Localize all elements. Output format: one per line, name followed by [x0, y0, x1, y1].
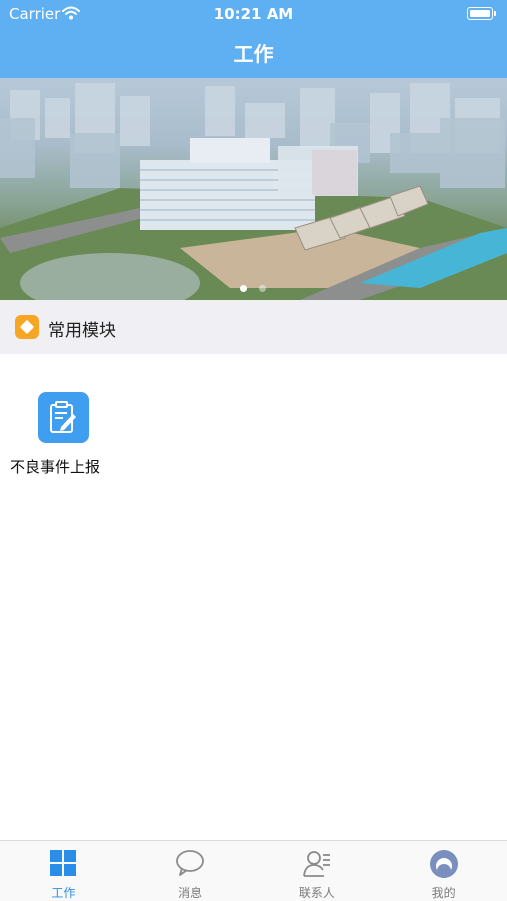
tab-label: 工作 — [51, 886, 76, 900]
contacts-icon — [302, 851, 330, 877]
banner-carousel[interactable] — [0, 78, 507, 300]
module-label: 不良事件上报 — [10, 458, 101, 476]
chat-bubble-icon — [176, 850, 205, 876]
tab-label: 消息 — [178, 886, 203, 900]
pager-dot-active[interactable] — [240, 285, 247, 292]
diamond-badge-icon — [15, 315, 39, 339]
tab-profile[interactable]: 我的 — [380, 841, 507, 901]
tab-label: 我的 — [431, 886, 456, 900]
grid-icon — [50, 850, 77, 876]
profile-avatar-icon — [429, 850, 458, 878]
section-header: 常用模块 — [0, 300, 507, 354]
battery-icon — [467, 7, 496, 20]
status-bar: Carrier 10:21 AM — [0, 0, 507, 28]
page-title: 工作 — [233, 42, 274, 66]
hospital-banner-image — [0, 83, 507, 300]
status-time: 10:21 AM — [213, 5, 294, 23]
tab-bar: 工作 消息 联系人 我的 — [0, 840, 507, 901]
carousel-pager[interactable] — [240, 277, 273, 296]
pager-dot[interactable] — [259, 285, 267, 292]
tab-messages[interactable]: 消息 — [127, 841, 254, 901]
adverse-event-report-module[interactable]: 不良事件上报 — [10, 392, 120, 480]
tab-work[interactable]: 工作 — [0, 841, 127, 901]
tab-contacts[interactable]: 联系人 — [254, 841, 381, 901]
header: Carrier 10:21 AM 工作 — [0, 0, 507, 78]
edit-report-icon — [38, 392, 89, 443]
tab-label: 联系人 — [298, 886, 335, 900]
section-title: 常用模块 — [48, 321, 116, 341]
